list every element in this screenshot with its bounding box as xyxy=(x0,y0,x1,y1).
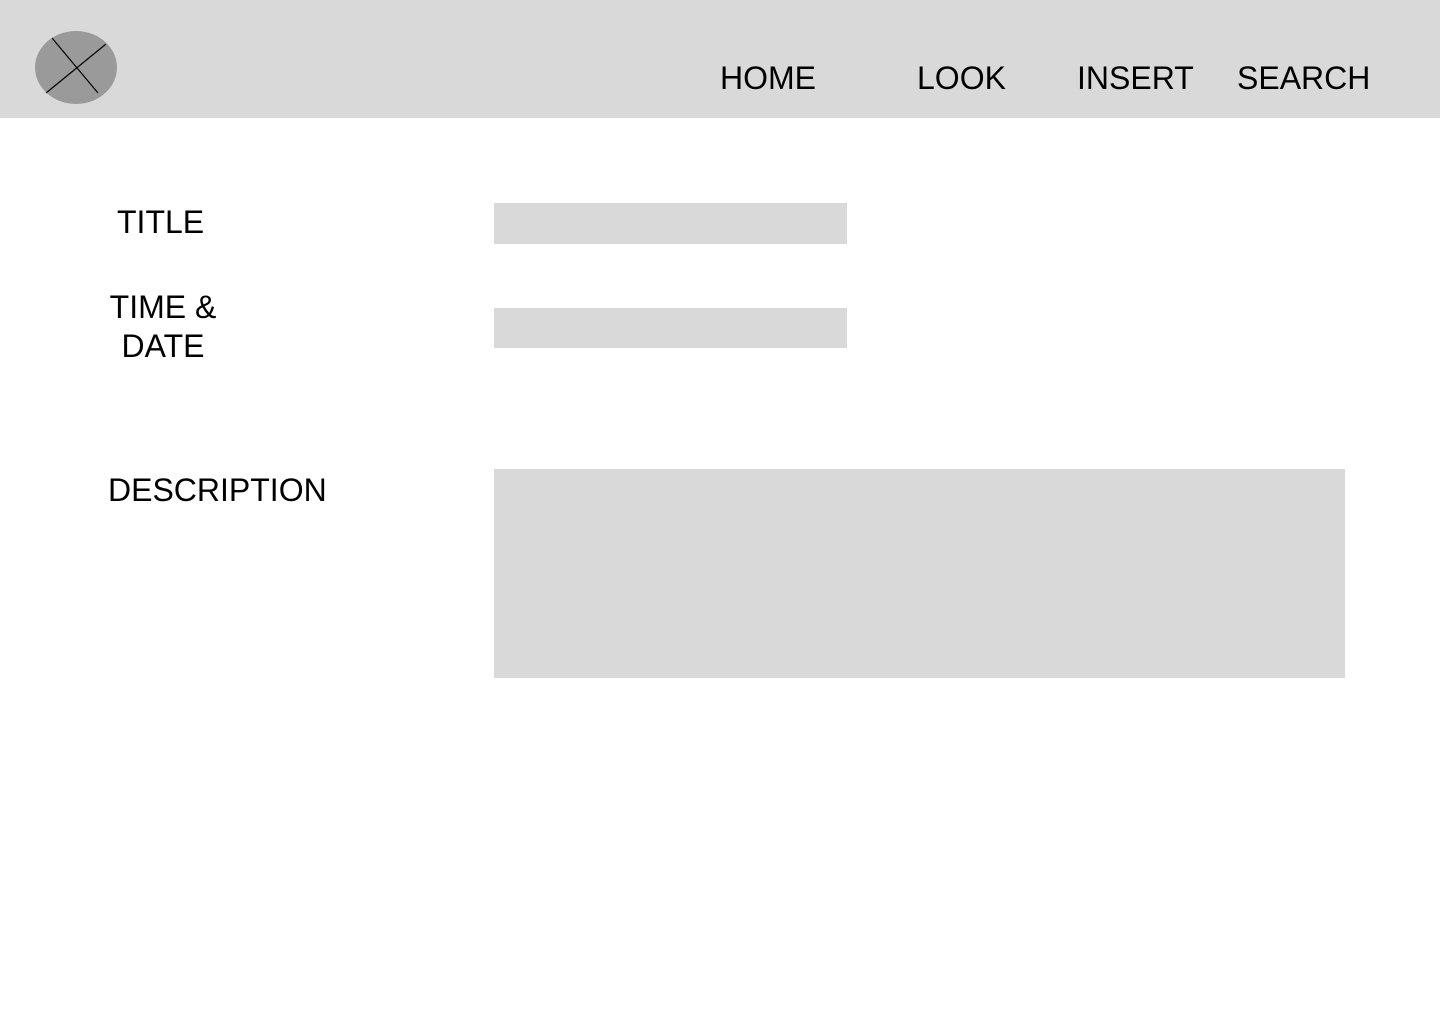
time-date-input[interactable] xyxy=(494,308,847,348)
title-label: TITLE xyxy=(117,204,205,240)
page: HOME LOOK INSERT SEARCH TITLE TIME & DAT… xyxy=(0,0,1440,1024)
title-input[interactable] xyxy=(494,203,847,244)
nav-look-link[interactable]: LOOK xyxy=(917,58,1006,98)
time-date-label: TIME & DATE xyxy=(109,289,217,364)
nav-search-link[interactable]: SEARCH xyxy=(1237,58,1370,98)
nav-insert-link[interactable]: INSERT xyxy=(1077,58,1194,98)
description-label: DESCRIPTION xyxy=(108,472,327,508)
description-textarea[interactable] xyxy=(494,469,1345,678)
logo-placeholder-icon[interactable] xyxy=(35,31,117,104)
nav-home-link[interactable]: HOME xyxy=(720,58,816,98)
image-placeholder-icon xyxy=(35,31,117,104)
top-navigation-bar: HOME LOOK INSERT SEARCH xyxy=(0,0,1440,118)
